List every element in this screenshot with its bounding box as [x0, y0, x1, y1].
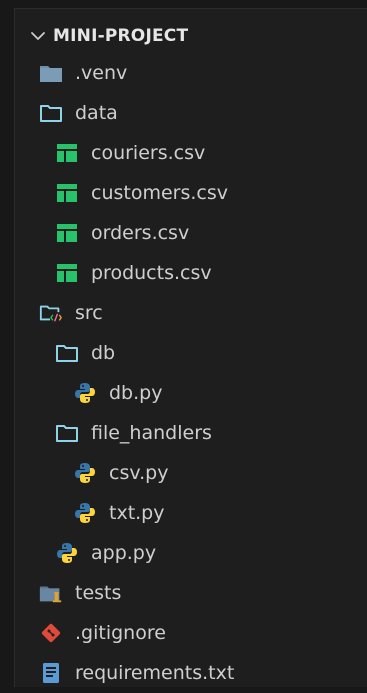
tree-item-label: .venv [75, 62, 128, 84]
tree-item-label: .gitignore [75, 622, 166, 644]
tree-item-label: orders.csv [91, 222, 190, 244]
tree-item-orders-csv[interactable]: orders.csv [15, 213, 367, 253]
tree-item-label: data [75, 102, 118, 124]
csv-file-icon [55, 221, 79, 245]
python-file-icon [73, 461, 97, 485]
python-file-icon [73, 381, 97, 405]
tree-item-label: requirements.txt [75, 662, 235, 684]
tree-item-src[interactable]: src [15, 293, 367, 333]
tree-item-db[interactable]: db [15, 333, 367, 373]
tree-item-txt-py[interactable]: txt.py [15, 493, 367, 533]
tree-item-label: src [75, 302, 103, 324]
tree-item-tests[interactable]: tests [15, 573, 367, 613]
tree-item-label: couriers.csv [91, 142, 206, 164]
tree-item-label: db [91, 342, 116, 364]
tree-item-venv[interactable]: .venv [15, 53, 367, 93]
tree-item-products-csv[interactable]: products.csv [15, 253, 367, 293]
tests-folder-icon [39, 581, 63, 605]
tree-item-label: csv.py [109, 462, 169, 484]
tree-item-label: products.csv [91, 262, 212, 284]
python-file-icon [73, 501, 97, 525]
tree-item-label: tests [75, 582, 122, 604]
tree-item-label: app.py [91, 542, 157, 564]
tree-item-file-handlers[interactable]: file_handlers [15, 413, 367, 453]
csv-file-icon [55, 141, 79, 165]
explorer-panel: MINI-PROJECT .venv data couriers.csv cus… [14, 8, 367, 687]
csv-file-icon [55, 261, 79, 285]
git-icon [39, 621, 63, 645]
tree-item-app-py[interactable]: app.py [15, 533, 367, 573]
tree-item-csv-py[interactable]: csv.py [15, 453, 367, 493]
chevron-down-icon [31, 32, 45, 40]
src-folder-icon [39, 301, 63, 325]
folder-open-icon [55, 341, 79, 365]
tree-item-requirements-txt[interactable]: requirements.txt [15, 653, 367, 693]
folder-open-icon [39, 101, 63, 125]
tree-item-label: txt.py [109, 502, 165, 524]
tree-item-data[interactable]: data [15, 93, 367, 133]
tree-item-label: file_handlers [91, 422, 212, 444]
tree-item-couriers-csv[interactable]: couriers.csv [15, 133, 367, 173]
explorer-header[interactable]: MINI-PROJECT [29, 21, 188, 51]
python-file-icon [55, 541, 79, 565]
tree-item-label: customers.csv [91, 182, 228, 204]
folder-open-icon [55, 421, 79, 445]
tree-item-db-py[interactable]: db.py [15, 373, 367, 413]
tree-item-label: db.py [109, 382, 163, 404]
project-title: MINI-PROJECT [53, 26, 189, 46]
tree-item-gitignore[interactable]: .gitignore [15, 613, 367, 653]
folder-closed-icon [39, 61, 63, 85]
tree-item-customers-csv[interactable]: customers.csv [15, 173, 367, 213]
text-file-icon [39, 661, 63, 685]
csv-file-icon [55, 181, 79, 205]
